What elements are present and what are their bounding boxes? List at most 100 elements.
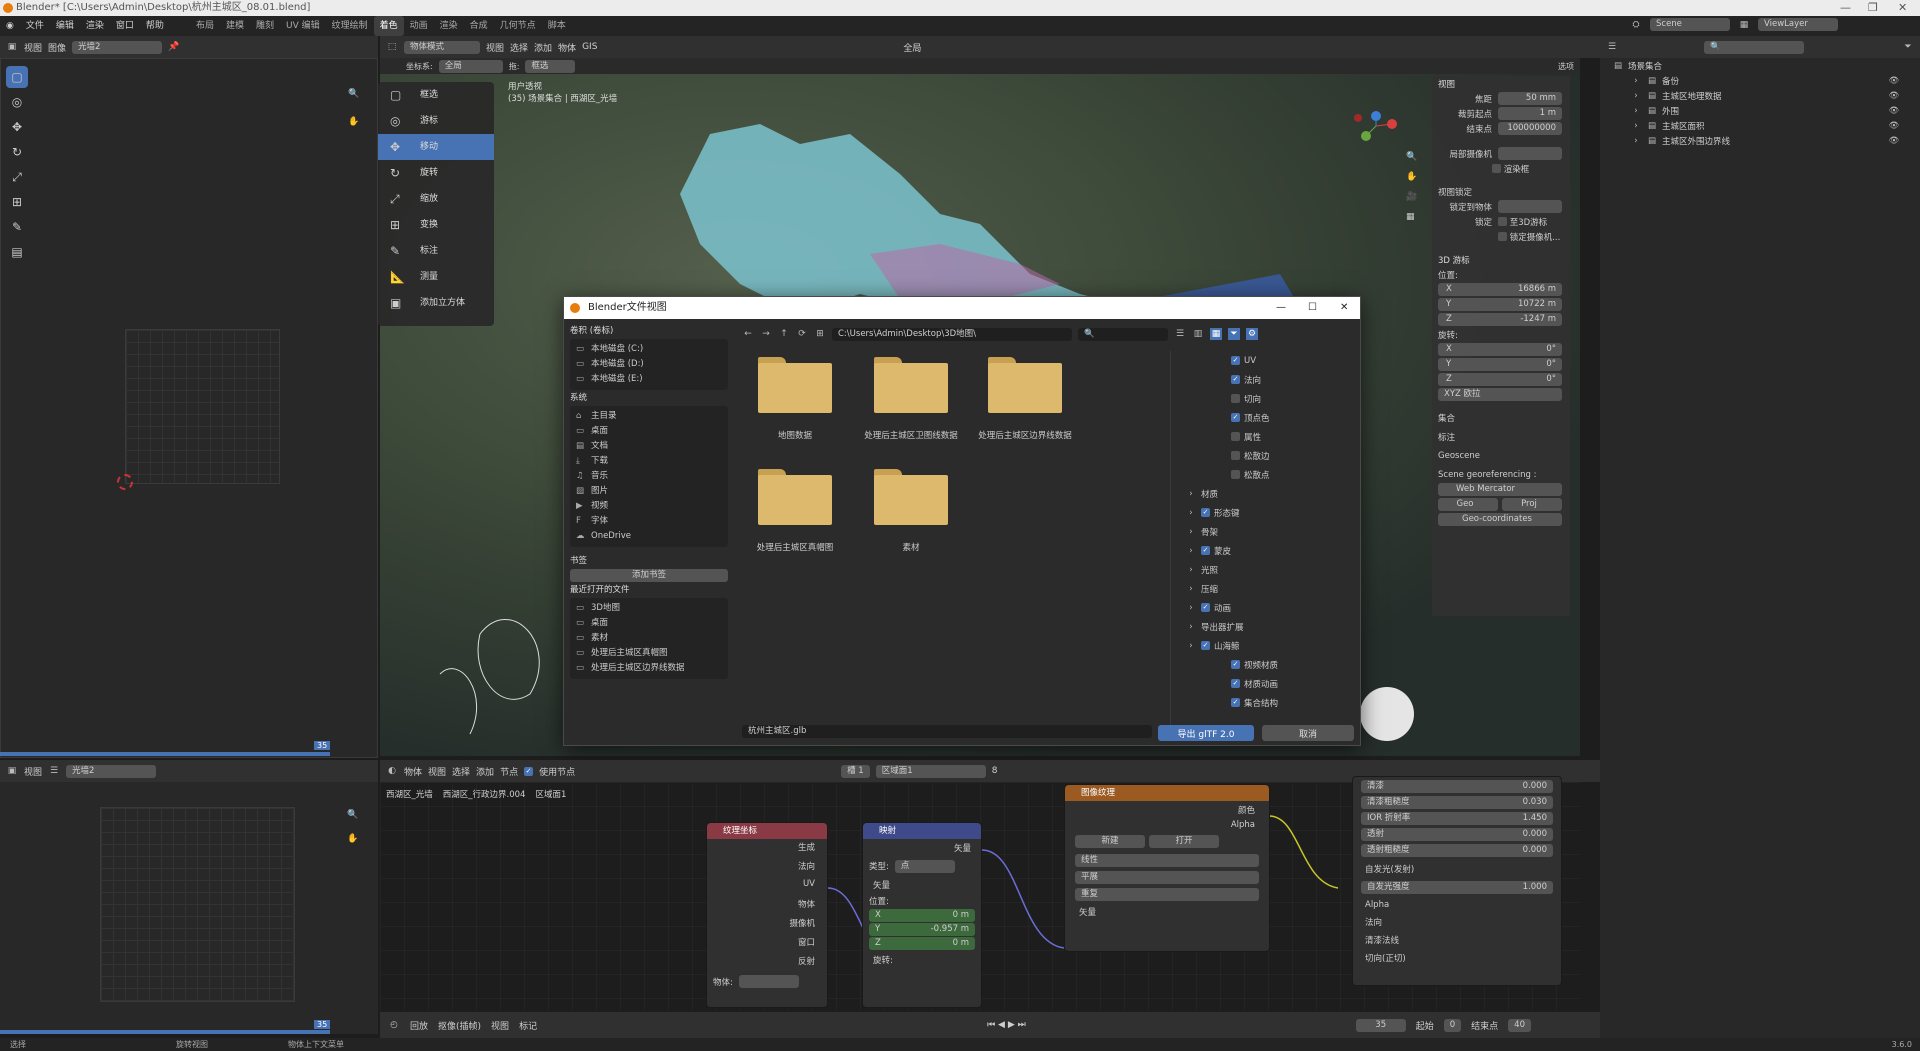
menu-view[interactable]: 视图 <box>24 41 42 54</box>
start-frame[interactable]: 0 <box>1443 1018 1462 1032</box>
timeline-menu[interactable]: 视图 <box>491 1019 509 1032</box>
option-group[interactable]: › ✓ 动画 <box>1171 598 1356 617</box>
option-row[interactable]: ✓ 视频材质 <box>1171 655 1356 674</box>
lock-camera-checkbox[interactable] <box>1498 232 1507 241</box>
workspace-tab[interactable]: 建模 <box>220 16 250 36</box>
outliner-root[interactable]: ▤ 场景集合 <box>1600 58 1920 73</box>
bsdf-field[interactable]: 清漆 0.000 <box>1361 780 1553 793</box>
tool-item[interactable]: ⊞ 变换 <box>378 212 494 238</box>
parent-dir-icon[interactable]: ↑ <box>778 328 790 340</box>
option-row[interactable]: ✓ 集合结构 <box>1171 693 1356 712</box>
clip-end-field[interactable]: 100000000 <box>1498 122 1562 135</box>
focal-field[interactable]: 50 mm <box>1498 92 1562 105</box>
type-select[interactable]: 点 <box>894 860 955 873</box>
outliner-item[interactable]: › ▤ 外围 👁 <box>1600 103 1920 118</box>
option-checkbox[interactable]: ✓ <box>1231 375 1240 384</box>
editor-type-icon[interactable]: ▣ <box>6 765 18 777</box>
workspace-tab[interactable]: UV 编辑 <box>280 16 326 36</box>
transform-orientation[interactable]: 全局 <box>903 41 921 54</box>
workspace-tab[interactable]: 脚本 <box>542 16 572 36</box>
blender-menu-icon[interactable]: ◉ <box>0 16 20 36</box>
path-field[interactable]: C:\Users\Admin\Desktop\3D地图\ <box>832 327 1072 341</box>
menu-item[interactable]: 渲染 <box>80 16 110 36</box>
option-row[interactable]: ✓ 材质动画 <box>1171 674 1356 693</box>
mode-select[interactable]: 物体模式 <box>404 40 480 54</box>
material-select[interactable]: 区域面1 <box>875 764 986 778</box>
collection-section[interactable]: 集合 <box>1432 410 1570 425</box>
rot-field[interactable]: X 0° <box>1438 343 1562 356</box>
node-menu-item[interactable]: 添加 <box>476 765 494 778</box>
option-checkbox[interactable]: ✓ <box>1231 413 1240 422</box>
zoom-icon[interactable]: 🔍 <box>1406 152 1417 162</box>
annotation-section[interactable]: 标注 <box>1432 429 1570 444</box>
menu-image[interactable]: 图像 <box>48 41 66 54</box>
bsdf-field[interactable]: 透射 0.000 <box>1361 828 1553 841</box>
render-region-checkbox[interactable] <box>1492 164 1501 173</box>
tool-item[interactable]: ✥ 移动 <box>378 134 494 160</box>
system-title[interactable]: 系统 <box>570 390 728 406</box>
hand-icon[interactable]: ✋ <box>348 117 359 127</box>
vp-menu-view[interactable]: 视图 <box>486 41 504 54</box>
list-icon[interactable]: ☰ <box>48 765 60 777</box>
option-checkbox[interactable]: ✓ <box>1231 660 1240 669</box>
dialog-close-icon[interactable]: ✕ <box>1340 297 1348 319</box>
export-gltf-button[interactable]: 导出 glTF 2.0 <box>1158 725 1254 741</box>
node-menu-item[interactable]: 物体 <box>404 765 422 778</box>
menu-item[interactable]: 编辑 <box>50 16 80 36</box>
thumbnails-icon[interactable]: ▦ <box>1210 328 1222 340</box>
clip-start-field[interactable]: 1 m <box>1498 107 1562 120</box>
tool-item[interactable]: ▢ 框选 <box>378 82 494 108</box>
recent-item[interactable]: ▭ 桌面 <box>576 616 722 631</box>
hand-icon[interactable]: ✋ <box>1406 172 1417 182</box>
image-editor-top[interactable]: ▢ ◎ ✥ ↻ ⤢ ⊞ ✎ ▤ 🔍 ✋ <box>0 58 378 758</box>
timeline-menu[interactable]: 回放 <box>410 1019 428 1032</box>
image-editor-bottom[interactable]: 🔍 ✋ 35 <box>0 782 378 1034</box>
editor-type-icon[interactable]: ◴ <box>388 1019 400 1031</box>
expand-icon[interactable]: › <box>1630 120 1642 132</box>
scene-selector[interactable]: ⛭ Scene ▦ ViewLayer <box>1630 18 1838 31</box>
node-menu-item[interactable]: 选择 <box>452 765 470 778</box>
options-menu[interactable]: 选项 <box>1558 61 1574 72</box>
annotate-tool-icon[interactable]: ✎ <box>6 216 28 238</box>
eye-icon[interactable]: 👁 <box>1888 120 1900 132</box>
filename-field[interactable]: 杭州主城区.glb <box>742 725 1152 738</box>
workspace-tab[interactable]: 着色 <box>373 16 404 36</box>
hand-icon[interactable]: ✋ <box>347 834 358 844</box>
image-texture-node[interactable]: 图像纹理 颜色 Alpha 新建 打开 线性 平展 重复 矢量 <box>1064 784 1270 952</box>
mapping-node[interactable]: 映射 矢量 类型: 点 矢量 位置: X 0 m Y -0.957 m Z 0 m 旋转: <box>862 822 982 1008</box>
volume-item[interactable]: ▭ 本地磁盘 (E:) <box>576 372 722 387</box>
bookmarks-title[interactable]: 书签 <box>570 553 728 569</box>
scene-name[interactable]: Scene <box>1650 18 1730 31</box>
editor-type-icon[interactable]: ☰ <box>1606 41 1618 53</box>
transform-tool-icon[interactable]: ⊞ <box>6 191 28 213</box>
filter-search[interactable]: 🔍 <box>1078 327 1168 341</box>
folder-icon[interactable] <box>874 469 948 525</box>
menu-item[interactable]: 帮助 <box>140 16 170 36</box>
system-item[interactable]: F 字体 <box>576 514 722 529</box>
eye-icon[interactable]: 👁 <box>1888 75 1900 87</box>
bsdf-field[interactable]: IOR 折射率 1.450 <box>1361 812 1553 825</box>
minimize-icon[interactable]: — <box>1840 0 1851 16</box>
volume-item[interactable]: ▭ 本地磁盘 (D:) <box>576 357 722 372</box>
cursor-tool-icon[interactable]: ◎ <box>6 91 28 113</box>
volume-item[interactable]: ▭ 本地磁盘 (C:) <box>576 342 722 357</box>
use-nodes-checkbox[interactable]: ✓ <box>524 766 534 776</box>
option-group[interactable]: › 材质 <box>1171 484 1356 503</box>
editor-type-icon[interactable]: ▣ <box>6 41 18 53</box>
current-frame[interactable]: 35 <box>1355 1018 1406 1032</box>
tool-item[interactable]: ▣ 添加立方体 <box>378 290 494 316</box>
grid-icon[interactable]: ▦ <box>1406 212 1417 222</box>
crs-field[interactable]: Web Mercator <box>1438 483 1562 496</box>
bsdf-field[interactable]: 透射粗糙度 0.000 <box>1361 844 1553 857</box>
tool-item[interactable]: ✎ 标注 <box>378 238 494 264</box>
dialog-minimize-icon[interactable]: — <box>1276 297 1286 319</box>
view-layer-name[interactable]: ViewLayer <box>1758 18 1838 31</box>
folder-icon[interactable] <box>988 357 1062 413</box>
rot-field[interactable]: Y 0° <box>1438 358 1562 371</box>
workspace-tab[interactable]: 渲染 <box>434 16 464 36</box>
system-item[interactable]: ▶ 视频 <box>576 499 722 514</box>
vp-menu-add[interactable]: 添加 <box>534 41 552 54</box>
outliner-item[interactable]: › ▤ 备份 👁 <box>1600 73 1920 88</box>
eye-icon[interactable]: 👁 <box>1888 105 1900 117</box>
camera-icon[interactable]: 🎥 <box>1406 192 1417 202</box>
